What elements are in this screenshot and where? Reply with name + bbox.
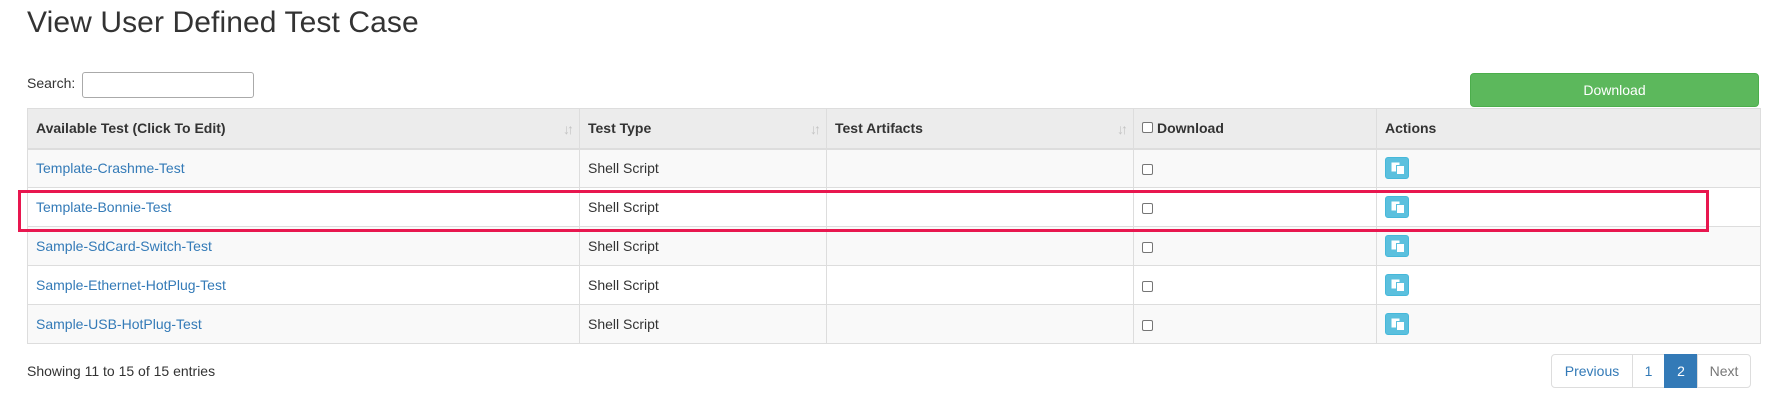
header-actions-label: Actions [1385, 120, 1437, 137]
test-link[interactable]: Sample-Ethernet-HotPlug-Test [36, 277, 226, 293]
pagination-next[interactable]: Next [1697, 354, 1751, 388]
cell-test-name: Sample-SdCard-Switch-Test [27, 226, 580, 266]
page-title: View User Defined Test Case [27, 6, 419, 39]
pagination-page-1[interactable]: 1 [1632, 354, 1665, 388]
cell-actions [1376, 187, 1761, 227]
cell-test-name: Sample-Ethernet-HotPlug-Test [27, 265, 580, 305]
cell-download [1133, 265, 1377, 305]
copy-button[interactable] [1385, 157, 1409, 180]
table-row: Template-Bonnie-Test Shell Script [27, 187, 1761, 227]
copy-icon [1391, 240, 1405, 253]
table-row: Sample-SdCard-Switch-Test Shell Script [27, 226, 1761, 266]
download-checkbox[interactable] [1142, 241, 1153, 253]
cell-test-artifacts [826, 265, 1134, 305]
test-link[interactable]: Sample-SdCard-Switch-Test [36, 238, 212, 254]
copy-icon [1391, 318, 1405, 331]
pagination-previous[interactable]: Previous [1551, 354, 1633, 388]
table-row: Template-Crashme-Test Shell Script [27, 148, 1761, 188]
header-test-type-label: Test Type [588, 120, 652, 137]
cell-download [1133, 148, 1377, 188]
test-case-table: Available Test (Click To Edit) ↓↑ Test T… [27, 108, 1761, 344]
table-row: Sample-USB-HotPlug-Test Shell Script [27, 304, 1761, 344]
sort-icon[interactable]: ↓↑ [563, 121, 574, 137]
header-download-label: Download [1157, 120, 1224, 137]
table-info: Showing 11 to 15 of 15 entries [27, 363, 216, 379]
cell-test-type: Shell Script [579, 187, 827, 227]
download-checkbox[interactable] [1142, 164, 1153, 176]
download-checkbox[interactable] [1142, 202, 1153, 214]
header-download: Download [1133, 108, 1377, 150]
cell-test-type: Shell Script [579, 148, 827, 188]
cell-actions [1376, 226, 1761, 266]
cell-test-type: Shell Script [579, 304, 827, 344]
header-available-test[interactable]: Available Test (Click To Edit) ↓↑ [27, 108, 580, 150]
header-test-artifacts-label: Test Artifacts [835, 120, 923, 137]
cell-test-artifacts [826, 226, 1134, 266]
copy-icon [1391, 201, 1405, 214]
cell-test-name: Template-Bonnie-Test [27, 187, 580, 227]
table-header-row: Available Test (Click To Edit) ↓↑ Test T… [27, 108, 1761, 150]
sort-icon[interactable]: ↓↑ [810, 121, 821, 137]
copy-icon [1391, 279, 1405, 292]
test-link[interactable]: Template-Crashme-Test [36, 160, 185, 176]
search-label: Search: [27, 75, 76, 91]
cell-actions [1376, 265, 1761, 305]
copy-button[interactable] [1385, 274, 1409, 296]
copy-button[interactable] [1385, 235, 1409, 257]
cell-test-name: Template-Crashme-Test [27, 148, 580, 188]
cell-test-artifacts [826, 187, 1134, 227]
copy-button[interactable] [1385, 196, 1409, 218]
header-test-type[interactable]: Test Type ↓↑ [579, 108, 827, 150]
search-input[interactable] [82, 72, 254, 98]
sort-icon[interactable]: ↓↑ [1117, 121, 1128, 137]
download-checkbox[interactable] [1142, 280, 1153, 292]
page: View User Defined Test Case Search: Down… [0, 0, 1788, 415]
select-all-checkbox[interactable] [1142, 122, 1153, 134]
cell-actions [1376, 148, 1761, 188]
header-test-artifacts[interactable]: Test Artifacts ↓↑ [826, 108, 1134, 150]
cell-download [1133, 226, 1377, 266]
cell-test-type: Shell Script [579, 265, 827, 305]
copy-icon [1391, 162, 1405, 176]
test-link[interactable]: Template-Bonnie-Test [36, 199, 171, 215]
pagination-page-2[interactable]: 2 [1664, 354, 1698, 388]
test-link[interactable]: Sample-USB-HotPlug-Test [36, 316, 202, 332]
download-button[interactable]: Download [1470, 73, 1759, 107]
cell-download [1133, 187, 1377, 227]
cell-actions [1376, 304, 1761, 344]
copy-button[interactable] [1385, 313, 1409, 335]
pagination: Previous 1 2 Next [1551, 354, 1751, 388]
cell-test-name: Sample-USB-HotPlug-Test [27, 304, 580, 344]
cell-test-type: Shell Script [579, 226, 827, 266]
cell-test-artifacts [826, 148, 1134, 188]
cell-test-artifacts [826, 304, 1134, 344]
header-available-test-label: Available Test (Click To Edit) [36, 120, 226, 137]
cell-download [1133, 304, 1377, 344]
table-row: Sample-Ethernet-HotPlug-Test Shell Scrip… [27, 265, 1761, 305]
header-actions: Actions [1376, 108, 1761, 150]
download-checkbox[interactable] [1142, 319, 1153, 331]
